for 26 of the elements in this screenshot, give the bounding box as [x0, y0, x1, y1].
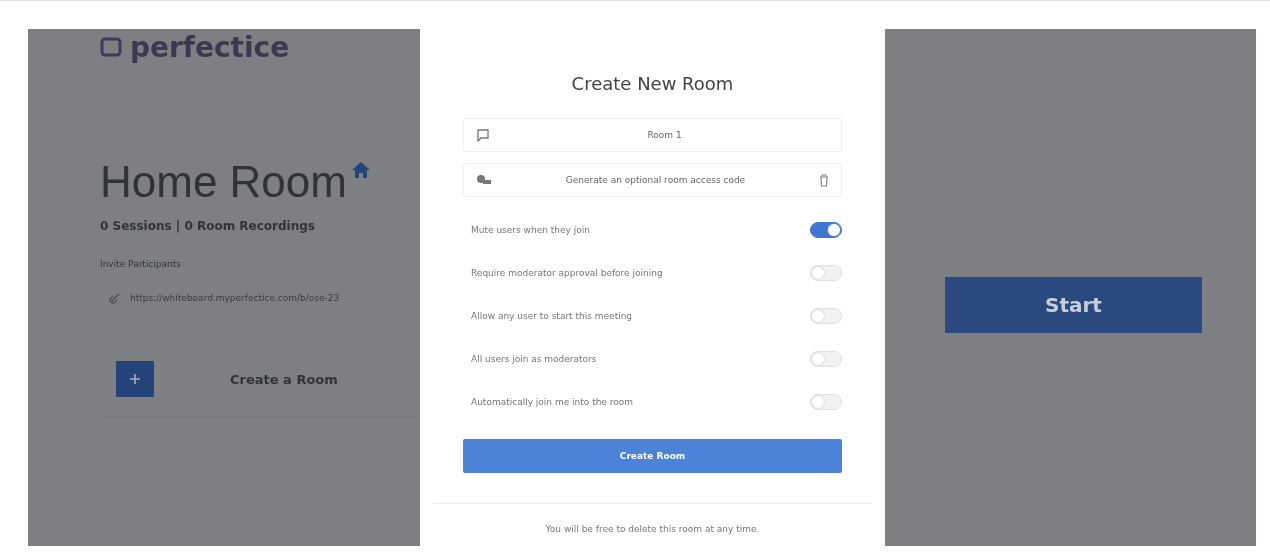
setting-label: All users join as moderators [471, 353, 597, 364]
start-button[interactable]: Start [945, 277, 1202, 333]
dialog-title: Create New Room [570, 73, 735, 94]
setting-label: Require moderator approval before joining [471, 267, 663, 278]
room-name-field[interactable]: Room 1 [463, 118, 842, 152]
key-icon [476, 174, 492, 186]
add-room-button[interactable] [116, 361, 154, 397]
link-icon [108, 291, 122, 305]
setting-label: Mute users when they join [471, 224, 590, 235]
dialog-footer-note: You will be free to delete this room at any time. [544, 524, 761, 534]
trash-icon[interactable] [819, 173, 829, 187]
logo-text: perfectice [130, 30, 290, 64]
chat-icon [476, 128, 490, 142]
invite-label: Invite Participants [100, 259, 182, 269]
room-stats: 0 Sessions | 0 Room Recordings [100, 219, 316, 233]
setting-label: Automatically join me into the room [471, 396, 634, 407]
invite-link-field[interactable]: https://whiteboard.myperfectice.com/b/ose-23 [100, 291, 418, 305]
setting-label: Allow any user to start this meeting [471, 310, 633, 321]
home-icon [350, 161, 371, 179]
create-room-button[interactable]: Create Room [463, 439, 842, 473]
logo-icon [100, 37, 122, 57]
page-title: Home Room [100, 157, 347, 207]
access-code-field[interactable]: Generate an optional room access code [463, 163, 842, 197]
plus-icon [130, 374, 140, 384]
create-room-link[interactable]: Create a Room [230, 371, 338, 387]
toggle-switch[interactable] [810, 221, 842, 238]
